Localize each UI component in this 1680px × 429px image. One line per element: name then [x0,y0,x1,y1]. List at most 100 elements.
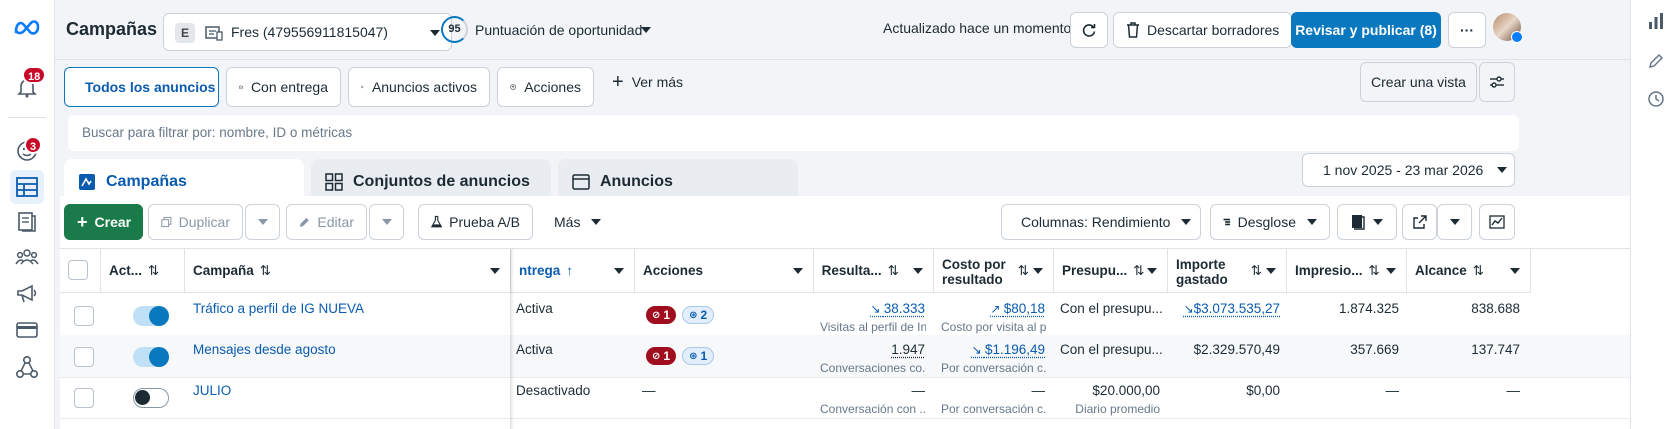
right-rail [1630,0,1680,429]
chevron-down-icon[interactable] [1147,268,1157,274]
sort-icon[interactable]: ⇅ [1473,263,1484,279]
filter-actions[interactable]: Acciones [497,67,594,107]
header-results[interactable]: Resulta... ⇅ [814,249,934,293]
chevron-down-icon[interactable] [793,268,803,274]
export-icon [1412,215,1427,229]
sort-icon[interactable]: ⇅ [260,263,271,279]
breakdown-label: Desglose [1237,214,1296,230]
duplicate-button[interactable]: Duplicar [148,204,243,240]
hierarchy-icon[interactable] [10,350,44,384]
header-cost-label-2: resultado [942,271,1003,287]
sort-icon[interactable]: ⇅ [1251,263,1262,279]
edit-pencil-icon[interactable] [1645,50,1667,72]
account-selector[interactable]: E Fres (479556911815047) [163,13,452,51]
filter-with-delivery[interactable]: Con entrega [226,67,341,107]
opportunity-score-label[interactable]: Puntuación de oportunidad [475,22,642,38]
header-amount-spent[interactable]: Importe gastado ⇅ [1168,249,1287,293]
sort-icon[interactable]: ⇅ [148,263,159,279]
chevron-down-icon [1449,219,1460,225]
select-all-checkbox[interactable] [68,260,88,280]
row-checkbox[interactable] [74,347,94,367]
actions-empty: — [642,383,656,398]
history-clock-icon[interactable] [1645,88,1667,110]
billing-card-icon[interactable] [10,313,44,347]
chevron-down-icon [257,219,268,225]
campaign-name-link[interactable]: JULIO [193,383,231,426]
ab-test-label: Prueba A/B [449,214,520,230]
reports-chart-icon[interactable] [1645,10,1667,32]
chevron-down-icon[interactable] [1033,268,1043,274]
header-actions[interactable]: Acciones [635,249,814,293]
columns-label: Columnas: Rendimiento [1021,214,1171,230]
row-checkbox[interactable] [74,306,94,326]
more-options-button[interactable]: ··· [1448,12,1486,48]
breakdown-selector[interactable]: Desglose [1210,204,1330,240]
header-active[interactable]: Act... ⇅ [101,249,185,293]
flask-icon [431,215,443,228]
meta-logo-icon[interactable] [10,10,44,44]
sort-icon[interactable]: ⇅ [888,263,899,279]
campaigns-table-icon[interactable] [10,170,44,204]
reports-dropdown[interactable] [1337,204,1397,240]
pages-icon[interactable] [10,205,44,239]
error-count-badge[interactable]: ⊘ 1 [646,306,677,324]
sort-up-icon[interactable]: ↑ [566,263,573,278]
sort-icon[interactable]: ⇅ [1369,263,1380,279]
header-campaign[interactable]: Campaña ⇅ [185,249,511,293]
more-menu[interactable]: Más [542,204,614,240]
table-row[interactable]: JULIO Desactivado — — Conversación con .… [60,376,1630,419]
chevron-down-icon[interactable] [614,268,624,274]
audiences-icon[interactable] [10,240,44,274]
refresh-button[interactable] [1070,12,1108,48]
header-delivery[interactable]: ntrega ↑ [511,249,635,293]
sort-icon[interactable]: ⇅ [1133,263,1144,279]
export-dropdown[interactable] [1437,204,1472,240]
opportunity-score-gauge[interactable]: 95 [441,16,468,43]
table-row[interactable]: Mensajes desde agosto Activa ⊘ 1 ⊛ 1 1.947… [60,335,1630,378]
campaign-toggle[interactable] [133,306,169,326]
search-input[interactable]: Buscar para filtrar por: nombre, ID o mé… [68,115,1519,151]
export-button[interactable] [1402,204,1437,240]
facebook-badge-icon [1511,31,1523,43]
review-publish-button[interactable]: Revisar y publicar (8) [1291,12,1441,48]
reach-value: — [1506,383,1521,398]
megaphone-icon[interactable] [10,277,44,311]
edit-button[interactable]: Editar [286,204,367,240]
campaign-toggle[interactable] [133,347,169,367]
create-view-button[interactable]: Crear una vista [1360,62,1477,102]
table-row[interactable]: Tráfico a perfil de IG NUEVA Activa ⊘ 1 ⊛… [60,294,1630,337]
columns-selector[interactable]: Columnas: Rendimiento [1001,204,1201,240]
recommendations-badge[interactable]: ⊛ 1 [682,347,715,365]
actions-cell[interactable]: ⊘ 1 ⊛ 1 [646,347,715,367]
create-button[interactable]: + Crear [64,204,143,240]
header-budget[interactable]: Presupu... ⇅ [1054,249,1168,293]
see-more-button[interactable]: + Ver más [612,72,683,92]
cost-per-result-type: Por conversación c... [941,361,1047,375]
chevron-down-icon[interactable] [1266,268,1276,274]
filter-active-ads[interactable]: Anuncios activos [348,67,490,107]
chevron-down-icon[interactable] [1386,268,1396,274]
header-reach[interactable]: Alcance ⇅ [1407,249,1531,293]
header-cost-per-result[interactable]: Costo por resultado ⇅ [934,249,1054,293]
filter-settings-button[interactable] [1479,62,1515,102]
filter-all-ads[interactable]: Todos los anuncios [64,67,219,107]
chevron-down-icon[interactable] [490,268,500,274]
error-count-badge[interactable]: ⊘ 1 [646,347,677,365]
chevron-down-icon[interactable] [1510,268,1520,274]
toggle-knob [135,390,150,405]
recommendation-icon: ⊛ [689,350,698,362]
recommendations-badge[interactable]: ⊛ 2 [682,306,715,324]
row-checkbox[interactable] [74,388,94,408]
discard-drafts-button[interactable]: Descartar borradores [1113,12,1293,48]
chevron-down-icon[interactable] [641,27,651,33]
header-impressions[interactable]: Impresio... ⇅ [1287,249,1407,293]
edit-dropdown[interactable] [369,204,404,240]
date-range-picker[interactable]: 1 nov 2025 - 23 mar 2026 [1302,153,1515,187]
charts-button[interactable] [1479,204,1515,240]
sort-icon[interactable]: ⇅ [1018,263,1029,279]
chevron-down-icon[interactable] [913,268,923,274]
ab-test-button[interactable]: Prueba A/B [418,204,533,240]
actions-cell[interactable]: ⊘ 1 ⊛ 2 [646,306,715,326]
duplicate-dropdown[interactable] [245,204,280,240]
campaign-toggle[interactable] [133,388,169,408]
